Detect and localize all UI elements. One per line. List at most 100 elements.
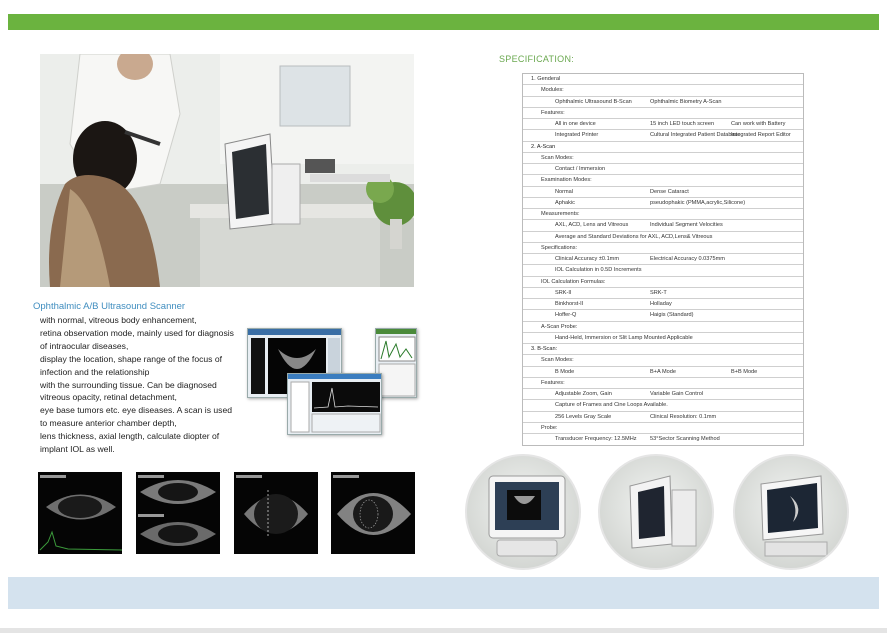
spec-row: A-Scan Probe: [523,322,803,333]
spec-row: 1. Genderal [523,74,803,86]
spec-cell: Ophthalmic Biometry A-Scan [650,98,722,105]
description-line: retina observation mode, mainly used for… [40,327,234,338]
spec-cell: Clinical Accuracy ±0.1mm [555,256,619,262]
spec-cell: Binkhorst-II [555,301,584,307]
spec-row: IOL Calculation Formulas: [523,277,803,288]
spec-cell: A-Scan Probe: [541,323,578,330]
spec-row: Scan Modes: [523,355,803,367]
scan-image [333,475,411,535]
exam-scene-illustration [40,54,414,287]
spec-cell: 3. B-Scan: [531,346,558,352]
scan-image [236,475,308,538]
spec-row: Probe: [523,423,803,434]
spec-row: Ophthalmic Ultrasound B-Scan Ophthalmic B… [523,97,803,108]
spec-row: AXL, ACD, Lens and Vitreous Individual Se… [523,220,803,232]
spec-cell: All in one device [555,121,596,127]
scan-image [138,475,216,546]
spec-row: 2. A-Scan [523,142,803,153]
spec-cell: AXL, ACD, Lens and Vitreous [555,222,629,229]
spec-cell: Hoffer-Q [555,312,577,319]
description-line: display the location, shape range of the… [40,353,223,364]
spec-row: Adjustable Zoom, Gain Variable Gain Contr… [523,389,803,401]
spec-cell: Average and Standard Deviations for AXL,… [555,233,713,240]
header-band [8,14,879,30]
spec-cell: B Mode [555,368,575,375]
spec-cell: SRK-T [650,289,667,296]
spec-cell: B+A Mode [650,368,676,375]
spec-row: SRK-II SRK-T [523,288,803,299]
spec-row: IOL Calculation in 0.5D Increments [523,265,803,277]
spec-row: Features: [523,378,803,389]
spec-cell: pseudophakic (PMMA,acrylic,Silicone) [650,199,746,206]
spec-cell: Can work with Battery [731,121,786,127]
description-line: implant IOL as well. [40,444,115,455]
spec-cell: Contact / Immersion [555,166,606,172]
spec-cell: B+B Mode [731,368,758,375]
description-line: with normal, vitreous body enhancement, [40,315,197,325]
spec-row: Contact / Immersion [523,164,803,176]
description-line: eye base tumors etc. eye diseases. A sca… [40,405,233,416]
spec-table: 1. Genderal Modules: Ophthalmic Ultrasound… [522,73,804,447]
spec-cell: Probe: [541,424,558,431]
spec-row: Scan Modes: [523,153,803,164]
spec-row: All in one device 15 inch LED touch scree… [523,119,803,131]
scan-thumbnail-2 [136,472,220,554]
device-photo-front [465,454,581,570]
spec-row: Clinical Accuracy ±0.1mm Electrical Accur… [523,254,803,266]
spec-heading: SPECIFICATION: [499,54,575,64]
ascan-screen-graphic [376,329,416,397]
spec-row: Features: [523,108,803,119]
device-photo-side [598,454,714,570]
scan-thumbnail-1 [38,472,122,554]
spec-cell: Holladay [650,301,672,307]
spec-cell: Aphakic [555,199,575,206]
spec-cell: 1. Genderal [531,76,561,82]
product-title: Ophthalmic A/B Ultrasound Scanner [33,301,186,312]
spec-cell: Features: [541,109,565,116]
spec-row: Modules: [523,85,803,97]
scan-image [39,475,122,551]
device-photo-angle [733,454,849,570]
spec-cell: Measurements: [541,211,580,217]
device-image [629,475,697,549]
footer-band [8,577,879,609]
spec-cell: IOL Calculation in 0.5D Increments [555,267,642,274]
spec-cell: 15 inch LED touch screen [650,121,715,127]
software-screenshot-report [287,373,382,435]
spec-row: Average and Standard Deviations for AXL,… [523,232,803,243]
spec-cell: Normal [555,188,574,195]
spec-row: Integrated Printer Cultural Integrated Pa… [523,130,803,142]
spec-cell: 256 Levels Gray Scale [555,413,612,420]
spec-cell: Transducer Frequency: 12.5MHz [555,436,637,442]
spec-cell: Modules: [541,87,564,94]
description-line: of intraocular diseases, [40,340,129,351]
spec-cell: Variable Gain Control [650,391,704,397]
report-screen-graphic [288,374,381,433]
spec-cell: Integrated Printer [555,132,599,139]
spec-cell: Adjustable Zoom, Gain [555,391,612,397]
spec-cell: Clinical Resolution: 0.1mm [650,413,717,420]
spec-row: Hoffer-Q Haigis (Standard) [523,310,803,322]
footer-rule [0,628,887,633]
description-line: to measure anterior chamber depth, [40,418,177,429]
spec-row: Binkhorst-II Holladay [523,299,803,311]
scan-thumbnail-3 [234,472,318,554]
spec-row: Normal Dense Cataract [523,187,803,198]
spec-cell: Scan Modes: [541,154,574,161]
spec-row: Specifications: [523,243,803,254]
spec-cell: Examination Modes: [541,177,592,184]
spec-row: Examination Modes: [523,175,803,187]
spec-cell: Dense Cataract [650,188,689,195]
spec-row: B Mode B+A Mode B+B Mode [523,367,803,378]
spec-cell: Individual Segment Velocities [650,222,723,229]
spec-cell: Hand-Held, Immersion or Slit Lamp Mounte… [555,334,693,341]
device-image [760,475,828,557]
spec-cell: Ophthalmic Ultrasound B-Scan [555,98,632,105]
spec-cell: Haigis (Standard) [650,312,694,319]
scan-thumbnail-4 [331,472,415,554]
spec-cell: Cultural Integrated Patient Database [650,132,741,139]
description-line: infection and the relationship [40,366,150,377]
spec-cell: Scan Modes: [541,357,574,364]
spec-row: Transducer Frequency: 12.5MHz 53°Sector S… [523,434,803,445]
spec-row: 3. B-Scan: [523,344,803,356]
